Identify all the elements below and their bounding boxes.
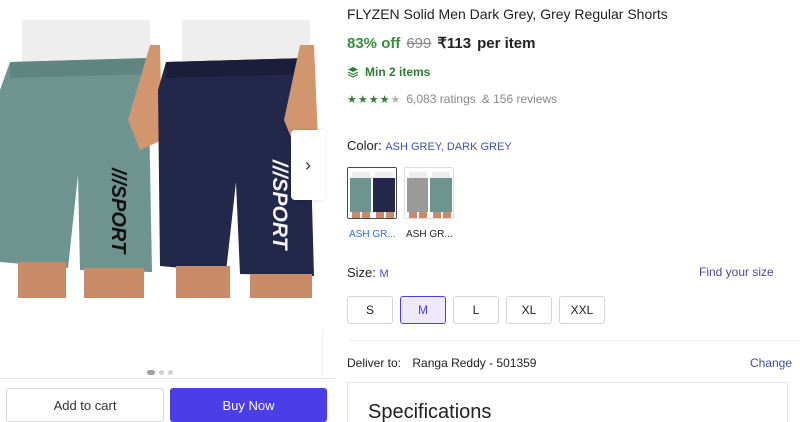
star-icon: ★ [347, 93, 357, 106]
add-to-cart-button[interactable]: Add to cart [6, 388, 164, 422]
star-rating: ★ ★ ★ ★ ★ [347, 93, 400, 106]
change-address-link[interactable]: Change [750, 356, 792, 370]
star-icon: ★ [379, 93, 390, 106]
swatch-thumbnail [348, 168, 396, 218]
action-bar: Add to cart Buy Now [0, 378, 336, 422]
size-label: Size: M [347, 265, 389, 280]
shorts-photo: ///SPORT ///SPORT [0, 0, 323, 330]
product-gallery: ///SPORT ///SPORT › [0, 0, 325, 378]
pager-dot[interactable] [159, 370, 164, 375]
swatch-thumbnail [405, 168, 453, 218]
find-your-size-link[interactable]: Find your size [699, 265, 774, 279]
color-swatch[interactable] [404, 167, 454, 219]
original-price: 699 [406, 35, 432, 52]
color-label-text: Color: [347, 138, 382, 153]
star-half-icon: ★ [390, 93, 401, 106]
svg-text:///SPORT: ///SPORT [268, 159, 291, 252]
color-swatch-selected[interactable] [347, 167, 397, 219]
price-row: 83% off 699 ₹113 per item [347, 34, 535, 52]
specifications-section: Specifications [347, 382, 788, 422]
rating-row[interactable]: ★ ★ ★ ★ ★ 6,083 ratings & 156 reviews [347, 92, 557, 106]
delivery-row: Deliver to: Ranga Reddy - 501359 Change [347, 356, 792, 370]
swatch-caption: ASH GR... [406, 229, 453, 240]
specifications-title: Specifications [368, 401, 492, 422]
size-label-text: Size: [347, 265, 376, 280]
buy-now-button[interactable]: Buy Now [170, 388, 327, 422]
discount-badge: 83% off [347, 35, 401, 52]
pager-dot[interactable] [168, 370, 173, 375]
ratings-count: 6,083 ratings [406, 92, 476, 106]
star-icon: ★ [368, 93, 379, 106]
color-label: Color: ASH GREY, DARK GREY [347, 138, 512, 153]
per-item-label: per item [477, 35, 536, 52]
size-option-l[interactable]: L [453, 296, 499, 324]
pager-dot-active[interactable] [147, 370, 155, 375]
size-option-xl[interactable]: XL [506, 296, 552, 324]
reviews-count: & 156 reviews [481, 92, 558, 106]
min-items-info: Min 2 items [347, 65, 430, 79]
swatch-caption: ASH GR... [349, 229, 396, 240]
product-title: FLYZEN Solid Men Dark Grey, Grey Regular… [347, 6, 668, 22]
image-pager [147, 370, 173, 375]
selling-price: ₹113 [437, 35, 472, 52]
size-option-m[interactable]: M [400, 296, 446, 324]
svg-text:///SPORT: ///SPORT [107, 167, 129, 255]
chevron-right-icon: › [305, 154, 311, 175]
size-option-s[interactable]: S [347, 296, 393, 324]
product-image[interactable]: ///SPORT ///SPORT [0, 0, 323, 330]
color-value: ASH GREY, DARK GREY [385, 141, 512, 153]
size-value: M [379, 268, 389, 280]
deliver-to-label: Deliver to: [347, 356, 402, 370]
delivery-address: Ranga Reddy - 501359 [412, 356, 537, 370]
min-items-text: Min 2 items [365, 65, 431, 79]
layers-icon [347, 67, 359, 78]
next-image-button[interactable]: › [291, 130, 325, 200]
divider [347, 340, 800, 341]
size-option-xxl[interactable]: XXL [559, 296, 605, 324]
star-icon: ★ [357, 93, 368, 106]
